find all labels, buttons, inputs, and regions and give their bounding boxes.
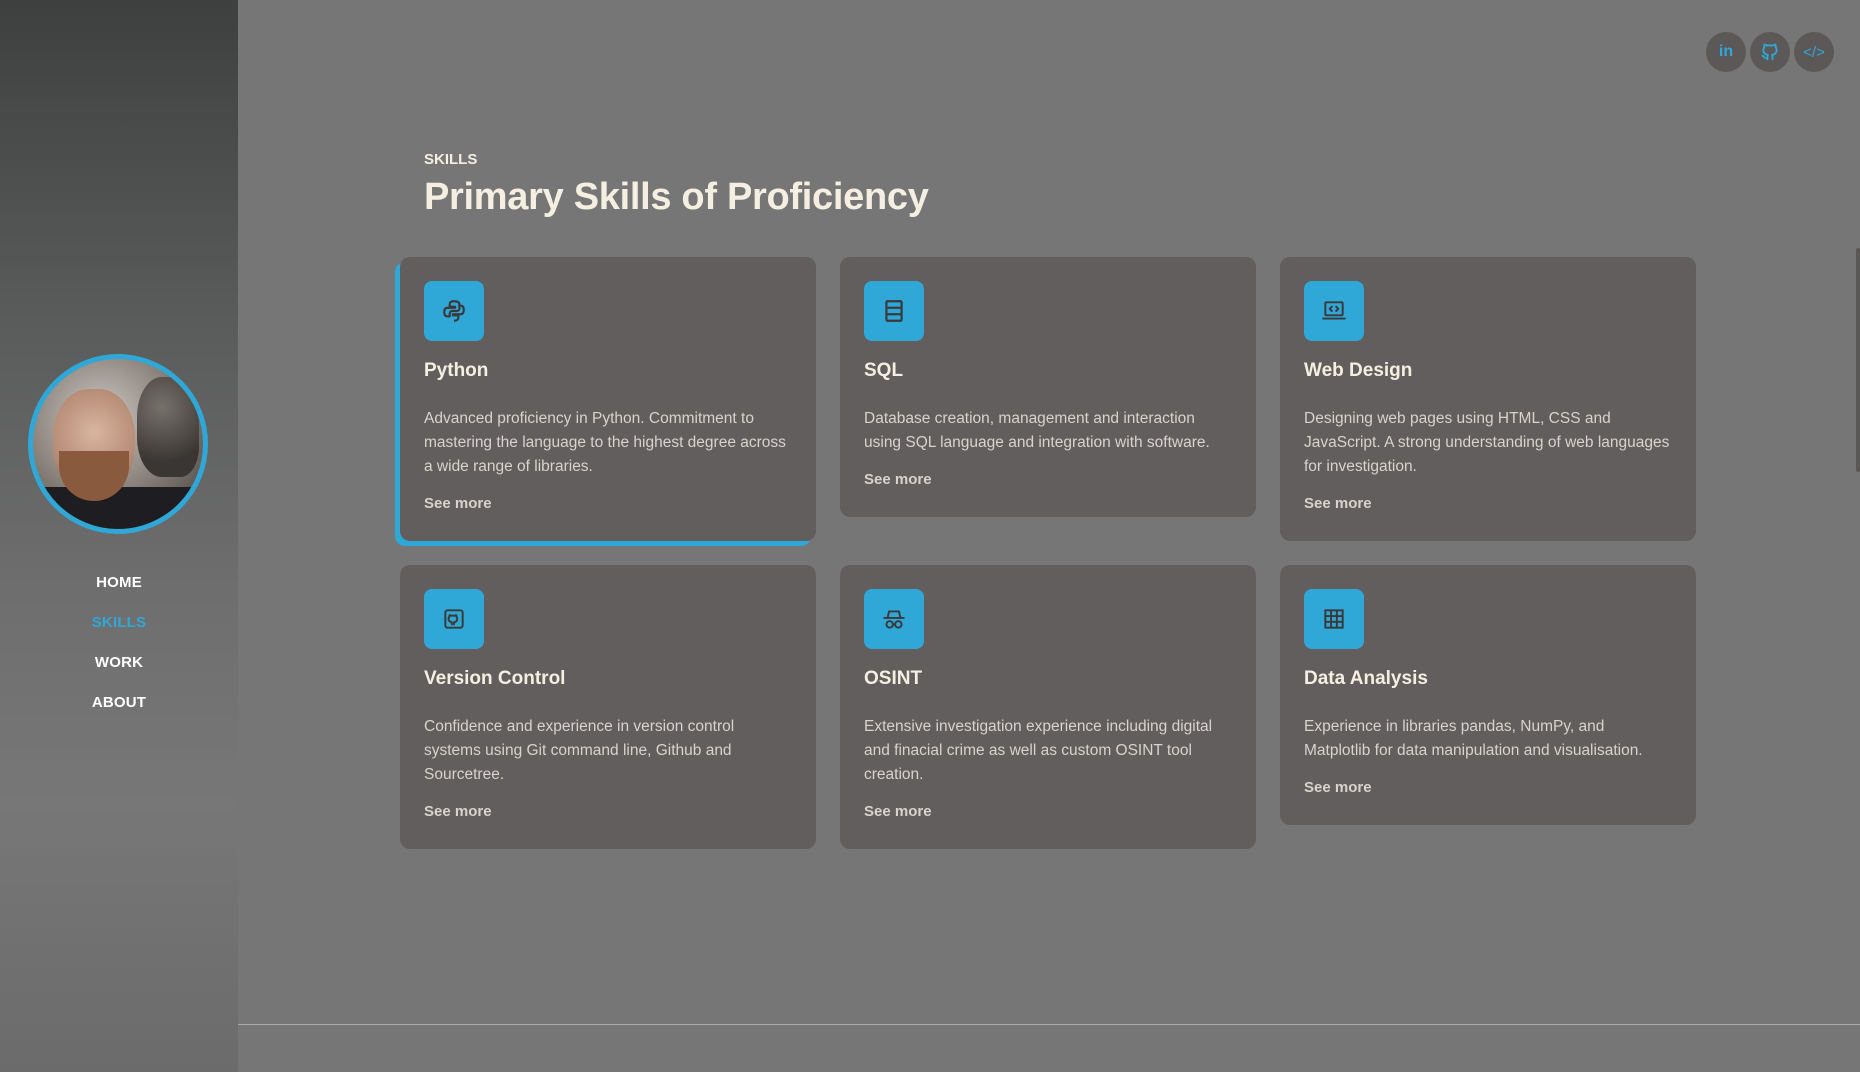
- scrollbar-thumb[interactable]: [1856, 248, 1860, 472]
- python-icon: [424, 281, 484, 341]
- skill-card-description: Experience in libraries pandas, NumPy, a…: [1304, 718, 1643, 759]
- social-links: in </>: [1706, 32, 1834, 72]
- skill-card-title: Data Analysis: [1304, 668, 1428, 689]
- footer-divider: [238, 1024, 1860, 1025]
- skill-card-title: Python: [424, 360, 489, 381]
- code-icon: </>: [1803, 43, 1825, 61]
- skill-card-version-control[interactable]: Version Control Confidence and experienc…: [400, 565, 816, 849]
- skill-card-description: Extensive investigation experience inclu…: [864, 718, 1213, 783]
- section-eyebrow: SKILLS: [424, 151, 478, 168]
- spy-icon: [864, 589, 924, 649]
- github-icon: [1761, 43, 1778, 61]
- see-more-link[interactable]: See more: [1304, 495, 1372, 512]
- page-title: Primary Skills of Proficiency: [424, 176, 929, 218]
- code-portfolio-button[interactable]: </>: [1794, 32, 1834, 72]
- database-icon: [864, 281, 924, 341]
- nav-item-work[interactable]: WORK: [95, 652, 143, 674]
- skill-card-title: OSINT: [864, 668, 923, 689]
- nav-item-about[interactable]: ABOUT: [92, 692, 146, 714]
- skill-card-title: Web Design: [1304, 360, 1413, 381]
- table-icon: [1304, 589, 1364, 649]
- skill-card-description: Advanced proficiency in Python. Commitme…: [424, 410, 786, 475]
- see-more-link[interactable]: See more: [864, 803, 932, 820]
- avatar: [28, 354, 208, 534]
- nav-item-home[interactable]: HOME: [96, 572, 142, 594]
- skill-card-description: Database creation, management and intera…: [864, 410, 1210, 451]
- skill-card-description: Designing web pages using HTML, CSS and …: [1304, 410, 1670, 475]
- skill-card-title: SQL: [864, 360, 904, 381]
- see-more-link[interactable]: See more: [424, 495, 492, 512]
- linkedin-icon: in: [1718, 43, 1734, 60]
- skill-card-data-analysis[interactable]: Data Analysis Experience in libraries pa…: [1280, 565, 1696, 825]
- see-more-link[interactable]: See more: [864, 471, 932, 488]
- skill-card-description: Confidence and experience in version con…: [424, 718, 735, 783]
- skill-card-title: Version Control: [424, 668, 566, 689]
- skill-card-python[interactable]: Python Advanced proficiency in Python. C…: [400, 257, 816, 541]
- scrollbar[interactable]: [1854, 0, 1860, 1072]
- linkedin-button[interactable]: in: [1706, 32, 1746, 72]
- main-nav: HOME SKILLS WORK ABOUT: [0, 572, 238, 714]
- sidebar: HOME SKILLS WORK ABOUT: [0, 0, 238, 1072]
- see-more-link[interactable]: See more: [424, 803, 492, 820]
- laptop-code-icon: [1304, 281, 1364, 341]
- skill-card-sql[interactable]: SQL Database creation, management and in…: [840, 257, 1256, 517]
- github-button[interactable]: [1750, 32, 1790, 72]
- github-icon: [424, 589, 484, 649]
- skill-card-web-design[interactable]: Web Design Designing web pages using HTM…: [1280, 257, 1696, 541]
- nav-item-skills[interactable]: SKILLS: [92, 612, 147, 634]
- see-more-link[interactable]: See more: [1304, 779, 1372, 796]
- skill-card-osint[interactable]: OSINT Extensive investigation experience…: [840, 565, 1256, 849]
